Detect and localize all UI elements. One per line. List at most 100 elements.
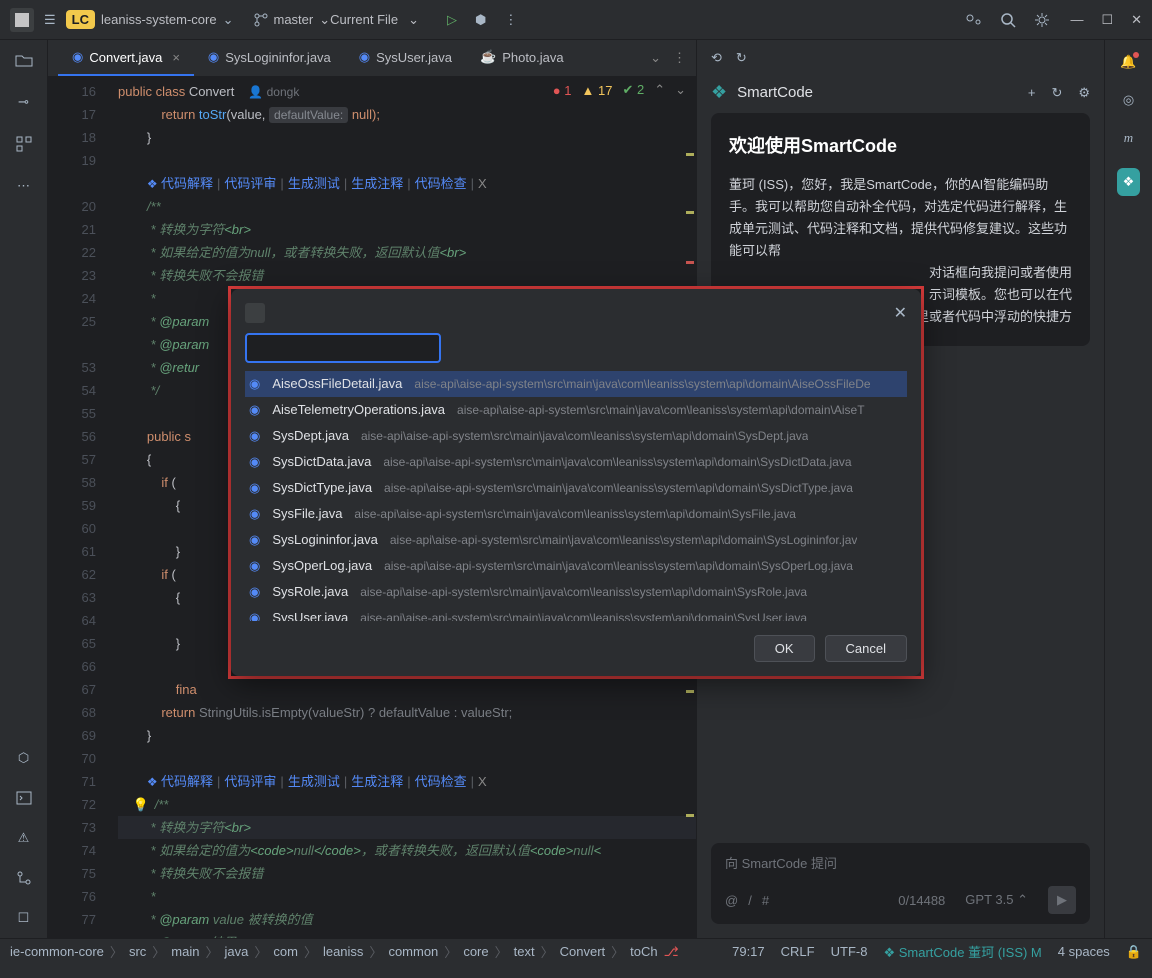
ok-count: ✔ 2: [622, 82, 644, 98]
tab-label: SysLogininfor.java: [225, 50, 331, 65]
chevron-down-icon: ⌄: [319, 12, 330, 28]
code-with-me-icon[interactable]: [964, 11, 982, 29]
notifications-icon[interactable]: 🔔: [1120, 54, 1136, 70]
maximize-icon[interactable]: ☐: [1101, 12, 1113, 28]
inspection-indicators[interactable]: ● 1 ▲ 17 ✔ 2 ⌃ ⌄: [553, 82, 686, 98]
smartcode-tool-icon[interactable]: ❖: [1117, 168, 1141, 196]
branch-name: master: [274, 12, 314, 27]
warning-count: ▲ 17: [581, 83, 612, 98]
project-badge: LC: [66, 10, 95, 29]
run-icon[interactable]: ▷: [447, 12, 457, 28]
sync-icon[interactable]: ↻: [736, 50, 747, 66]
file-item[interactable]: ◉AiseOssFileDetail.javaaise-api\aise-api…: [245, 371, 907, 397]
structure-tool-icon[interactable]: [14, 134, 34, 154]
more-icon[interactable]: ⋮: [504, 12, 517, 28]
ok-button[interactable]: OK: [754, 635, 815, 662]
project-dropdown-icon[interactable]: ⌄: [223, 12, 234, 28]
file-item[interactable]: ◉SysRole.javaaise-api\aise-api-system\sr…: [245, 579, 907, 605]
chat-placeholder: 向 SmartCode 提问: [725, 853, 1076, 872]
tab-sysuser[interactable]: ◉ SysUser.java: [345, 40, 466, 76]
editor-tabs: ◉ Convert.java × ◉ SysLogininfor.java ◉ SysU…: [48, 40, 696, 76]
vcs-tool-icon[interactable]: [14, 868, 34, 888]
close-icon[interactable]: ✕: [1131, 12, 1142, 28]
commit-tool-icon[interactable]: ⊸: [14, 92, 34, 112]
nav-down-icon[interactable]: ⌄: [675, 82, 686, 98]
main-menu-icon[interactable]: ☰: [44, 12, 56, 28]
app-icon: [10, 8, 34, 32]
db-tool-icon[interactable]: ⬡: [14, 748, 34, 768]
m-tool-icon[interactable]: m: [1124, 130, 1133, 146]
search-icon[interactable]: [1000, 12, 1016, 28]
line-separator[interactable]: CRLF: [781, 944, 815, 959]
git-branch-selector[interactable]: master ⌄: [254, 12, 331, 28]
tab-syslogininfor[interactable]: ◉ SysLogininfor.java: [194, 40, 345, 76]
refresh-icon[interactable]: ⟲: [711, 50, 722, 66]
caret-position[interactable]: 79:17: [732, 944, 765, 959]
dialog-close-icon[interactable]: ✕: [894, 303, 907, 323]
file-item[interactable]: ◉SysDept.javaaise-api\aise-api-system\sr…: [245, 423, 907, 449]
run-config-label: Current File: [330, 12, 398, 27]
java-icon: ◉: [359, 49, 370, 65]
java-icon: ◉: [208, 49, 219, 65]
indent-status[interactable]: 4 spaces: [1058, 944, 1110, 959]
project-tool-icon[interactable]: [14, 50, 34, 70]
left-toolbar: ⊸ ⋯ ⬡ ⚠ ☐: [0, 40, 48, 938]
readonly-icon[interactable]: 🔒: [1126, 944, 1142, 960]
dialog-search-input[interactable]: [245, 333, 441, 363]
chevron-down-icon: ⌄: [408, 12, 419, 28]
file-item[interactable]: ◉SysOperLog.javaaise-api\aise-api-system…: [245, 553, 907, 579]
file-item[interactable]: ◉AiseTelemetryOperations.javaaise-api\ai…: [245, 397, 907, 423]
welcome-body: 董珂 (ISS)，您好，我是SmartCode，你的AI智能编码助手。我可以帮助…: [729, 174, 1072, 262]
at-icon[interactable]: @: [725, 893, 738, 908]
cancel-button[interactable]: Cancel: [825, 635, 907, 662]
statusbar: ie-common-core〉src〉main〉java〉com〉leaniss…: [0, 938, 1152, 964]
tab-dropdown-icon[interactable]: ⌄: [650, 50, 661, 66]
char-counter: 0/14488: [898, 893, 945, 908]
more-tool-icon[interactable]: ⋯: [14, 176, 34, 196]
file-item[interactable]: ◉SysUser.javaaise-api\aise-api-system\sr…: [245, 605, 907, 621]
tab-label: Photo.java: [502, 50, 563, 65]
hash-icon[interactable]: #: [762, 893, 769, 908]
java-icon: ◉: [72, 49, 83, 65]
file-item[interactable]: ◉SysDictData.javaaise-api\aise-api-syste…: [245, 449, 907, 475]
smartcode-status[interactable]: ❖ SmartCode 董珂 (ISS) M: [883, 942, 1041, 961]
tab-photo[interactable]: ☕ Photo.java: [466, 40, 578, 76]
nav-up-icon[interactable]: ⌃: [654, 82, 665, 98]
titlebar: ☰ LC leaniss-system-core ⌄ master ⌄ Curr…: [0, 0, 1152, 40]
right-toolbar: 🔔 ◎ m ❖: [1104, 40, 1152, 938]
welcome-title: 欢迎使用SmartCode: [729, 131, 1072, 162]
send-button[interactable]: ▶: [1048, 886, 1076, 914]
model-selector[interactable]: GPT 3.5 ⌃: [965, 892, 1028, 908]
breadcrumb[interactable]: ie-common-core〉src〉main〉java〉com〉leaniss…: [10, 942, 732, 961]
file-item[interactable]: ◉SysLogininfor.javaaise-api\aise-api-sys…: [245, 527, 907, 553]
file-item[interactable]: ◉SysDictType.javaaise-api\aise-api-syste…: [245, 475, 907, 501]
ai-tool-icon[interactable]: ◎: [1123, 92, 1134, 108]
tab-convert[interactable]: ◉ Convert.java ×: [58, 40, 194, 76]
panel-title: SmartCode: [737, 84, 813, 101]
problems-tool-icon[interactable]: ⚠: [14, 828, 34, 848]
history-icon[interactable]: ↻: [1051, 85, 1062, 101]
encoding[interactable]: UTF-8: [831, 944, 868, 959]
error-count: ● 1: [553, 83, 572, 98]
project-name[interactable]: leaniss-system-core: [101, 12, 217, 27]
close-icon[interactable]: ×: [172, 50, 180, 65]
panel-settings-icon[interactable]: ⚙: [1078, 85, 1090, 101]
minimize-icon[interactable]: —: [1070, 12, 1083, 28]
tab-label: SysUser.java: [376, 50, 452, 65]
dialog-icon: [245, 303, 265, 323]
debug-icon[interactable]: ⬢: [475, 12, 486, 28]
terminal-tool-icon[interactable]: [14, 788, 34, 808]
java-icon: ☕: [480, 49, 496, 65]
build-tool-icon[interactable]: ☐: [14, 908, 34, 928]
tab-label: Convert.java: [89, 50, 162, 65]
settings-icon[interactable]: [1034, 12, 1050, 28]
chat-input[interactable]: 向 SmartCode 提问 @ / # 0/14488 GPT 3.5 ⌃ ▶: [711, 843, 1090, 924]
line-gutter[interactable]: 1617181920212223242553545556575859606162…: [48, 76, 108, 938]
new-chat-icon[interactable]: +: [1028, 85, 1036, 101]
choose-file-dialog: ✕ ◉AiseOssFileDetail.javaaise-api\aise-a…: [228, 286, 924, 679]
branch-icon: [254, 13, 268, 27]
run-config-selector[interactable]: Current File ⌄: [330, 12, 419, 28]
file-item[interactable]: ◉SysFile.javaaise-api\aise-api-system\sr…: [245, 501, 907, 527]
tab-more-icon[interactable]: ⋮: [673, 50, 686, 66]
file-list: ◉AiseOssFileDetail.javaaise-api\aise-api…: [245, 371, 907, 621]
